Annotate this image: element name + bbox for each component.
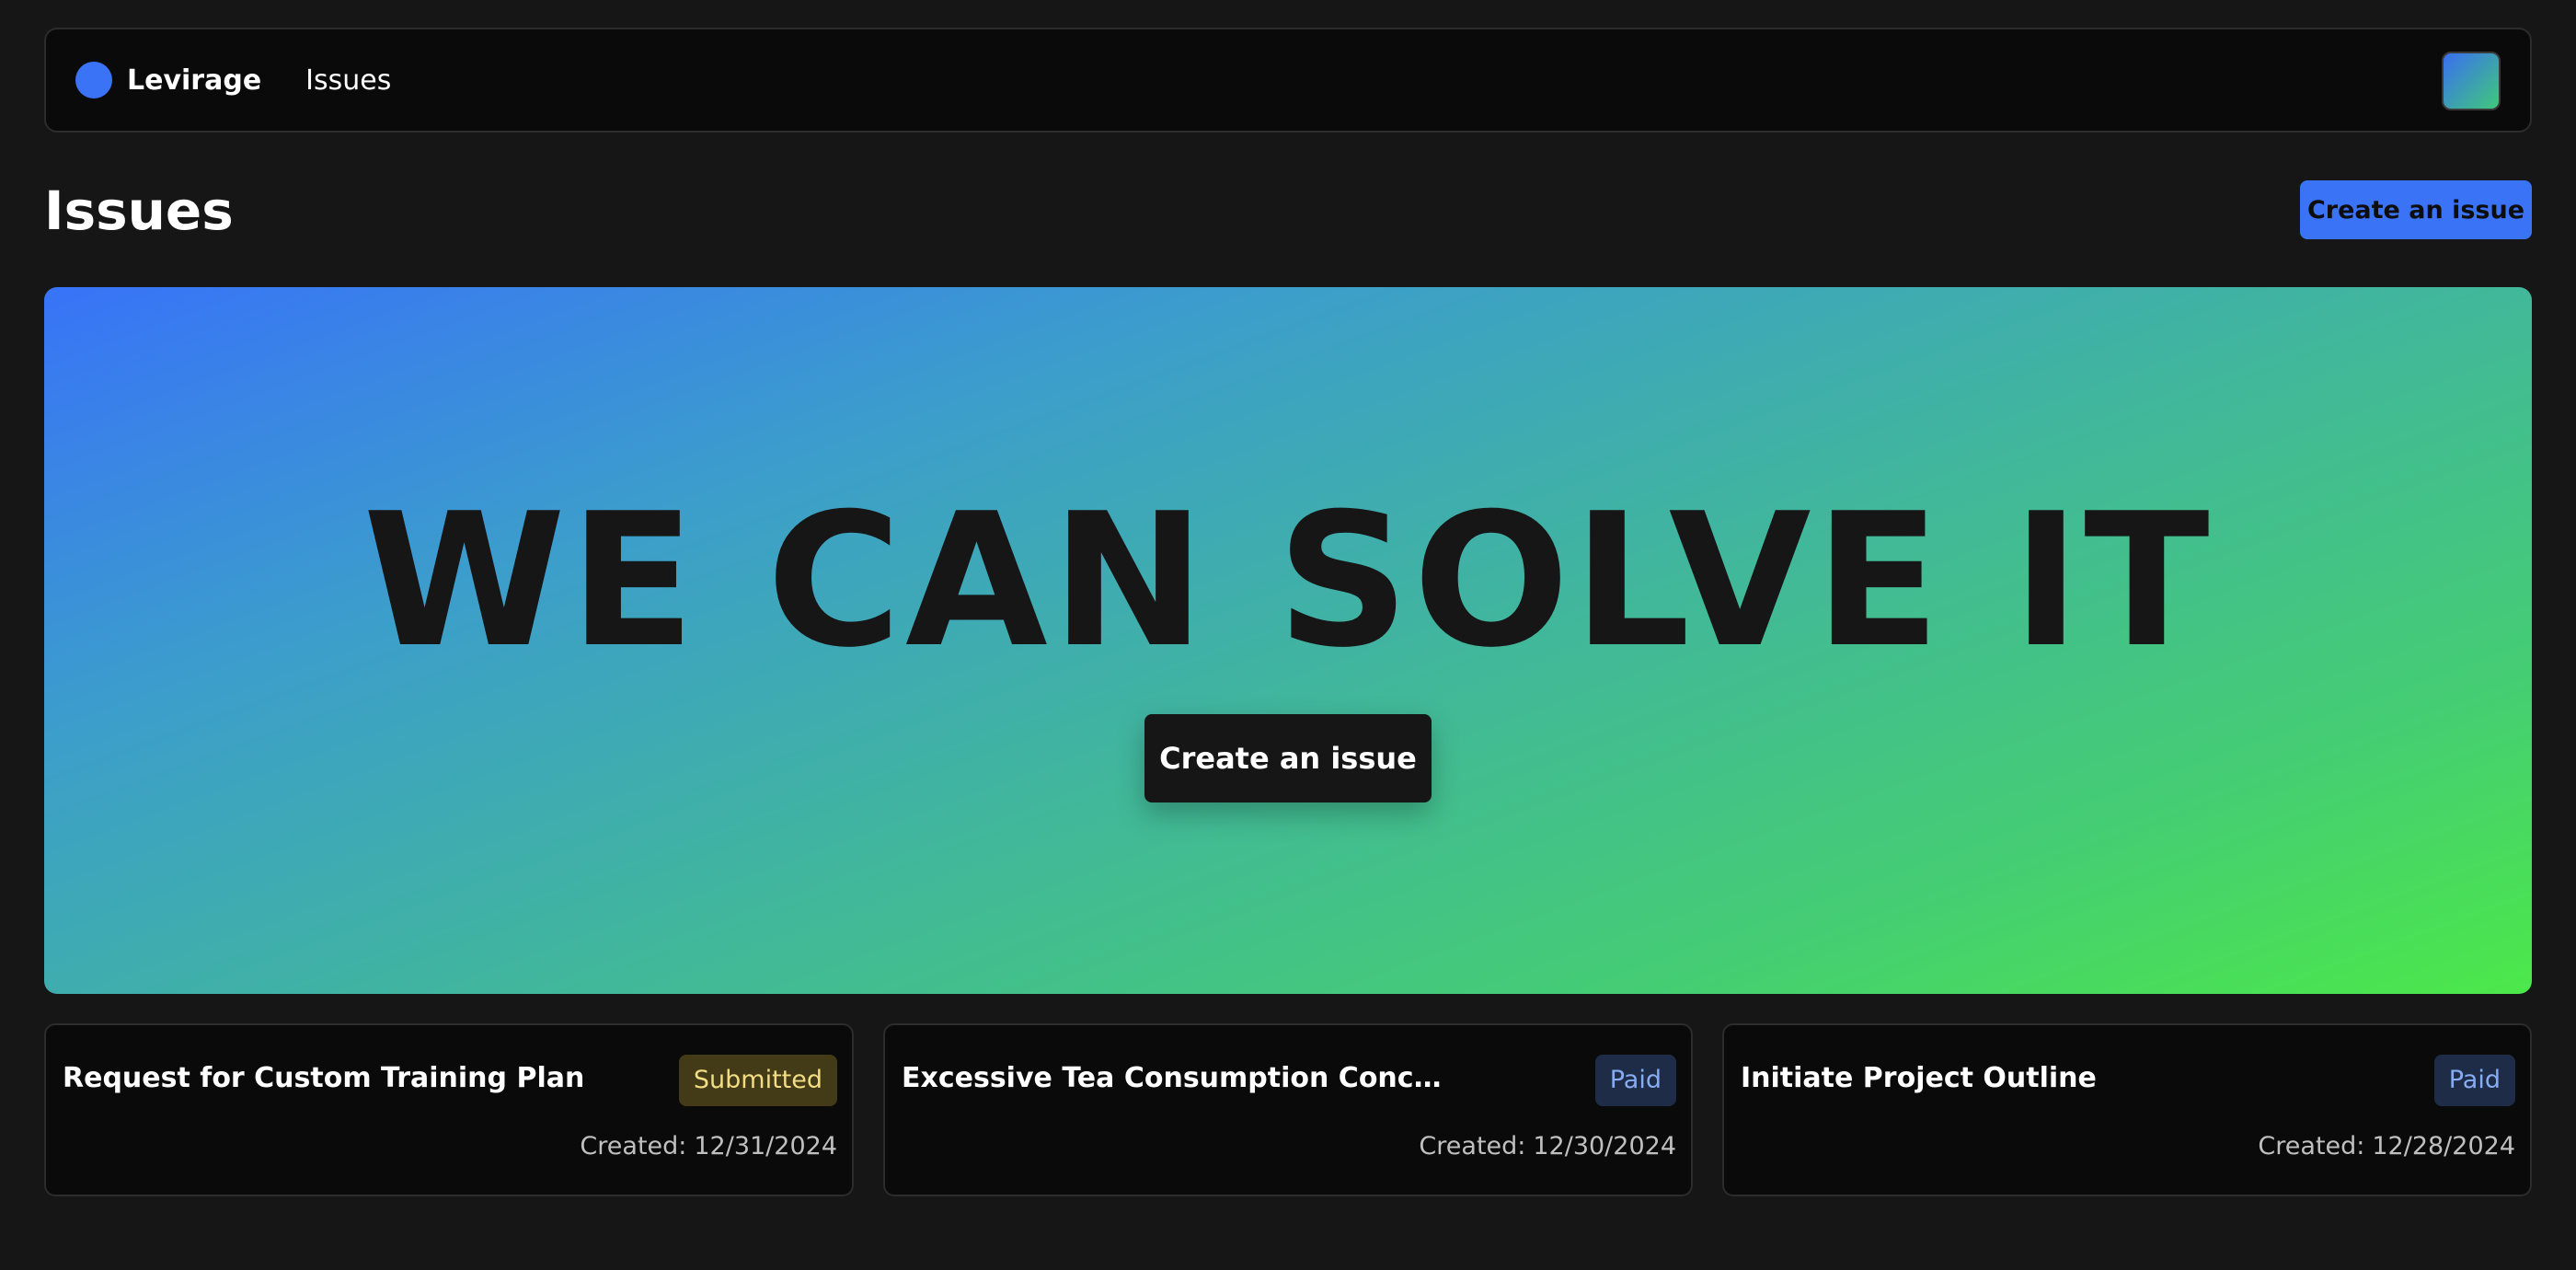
brand-logo-link[interactable]: Levirage: [75, 62, 261, 98]
issue-card-title: Request for Custom Training Plan: [63, 1062, 585, 1094]
issue-card[interactable]: Initiate Project Outline Paid Created: 12…: [1722, 1023, 2532, 1196]
top-navbar: Levirage Issues: [44, 28, 2532, 133]
status-badge: Paid: [2433, 1055, 2515, 1106]
page-title: Issues: [44, 179, 234, 242]
issue-card[interactable]: Request for Custom Training Plan Submitt…: [44, 1023, 854, 1196]
brand-logo-icon: [75, 62, 112, 98]
created-label: Created:: [580, 1132, 687, 1160]
issue-card-title: Excessive Tea Consumption Conc…: [902, 1062, 1442, 1094]
create-issue-button[interactable]: Create an issue: [2300, 180, 2532, 239]
hero-banner: WE CAN SOLVE IT Create an issue: [44, 287, 2532, 994]
status-badge: Paid: [1594, 1055, 1676, 1106]
issue-card-created: Created: 12/28/2024: [2258, 1132, 2515, 1160]
nav-link-issues[interactable]: Issues: [305, 64, 391, 97]
created-date: 12/31/2024: [694, 1132, 837, 1160]
hero-create-issue-button[interactable]: Create an issue: [1144, 714, 1432, 802]
issue-card-title: Initiate Project Outline: [1741, 1062, 2097, 1094]
created-label: Created:: [1419, 1132, 1526, 1160]
brand-name: Levirage: [127, 64, 262, 97]
hero-title: WE CAN SOLVE IT: [362, 474, 2214, 688]
status-badge: Submitted: [678, 1055, 837, 1106]
issue-card[interactable]: Excessive Tea Consumption Conc… Paid Cre…: [883, 1023, 1693, 1196]
issue-card-created: Created: 12/30/2024: [1419, 1132, 1676, 1160]
created-date: 12/28/2024: [2372, 1132, 2515, 1160]
created-label: Created:: [2258, 1132, 2365, 1160]
user-avatar-icon[interactable]: [2442, 52, 2501, 110]
created-date: 12/30/2024: [1533, 1132, 1676, 1160]
issue-card-list: Request for Custom Training Plan Submitt…: [44, 1023, 2532, 1196]
issue-card-created: Created: 12/31/2024: [580, 1132, 837, 1160]
